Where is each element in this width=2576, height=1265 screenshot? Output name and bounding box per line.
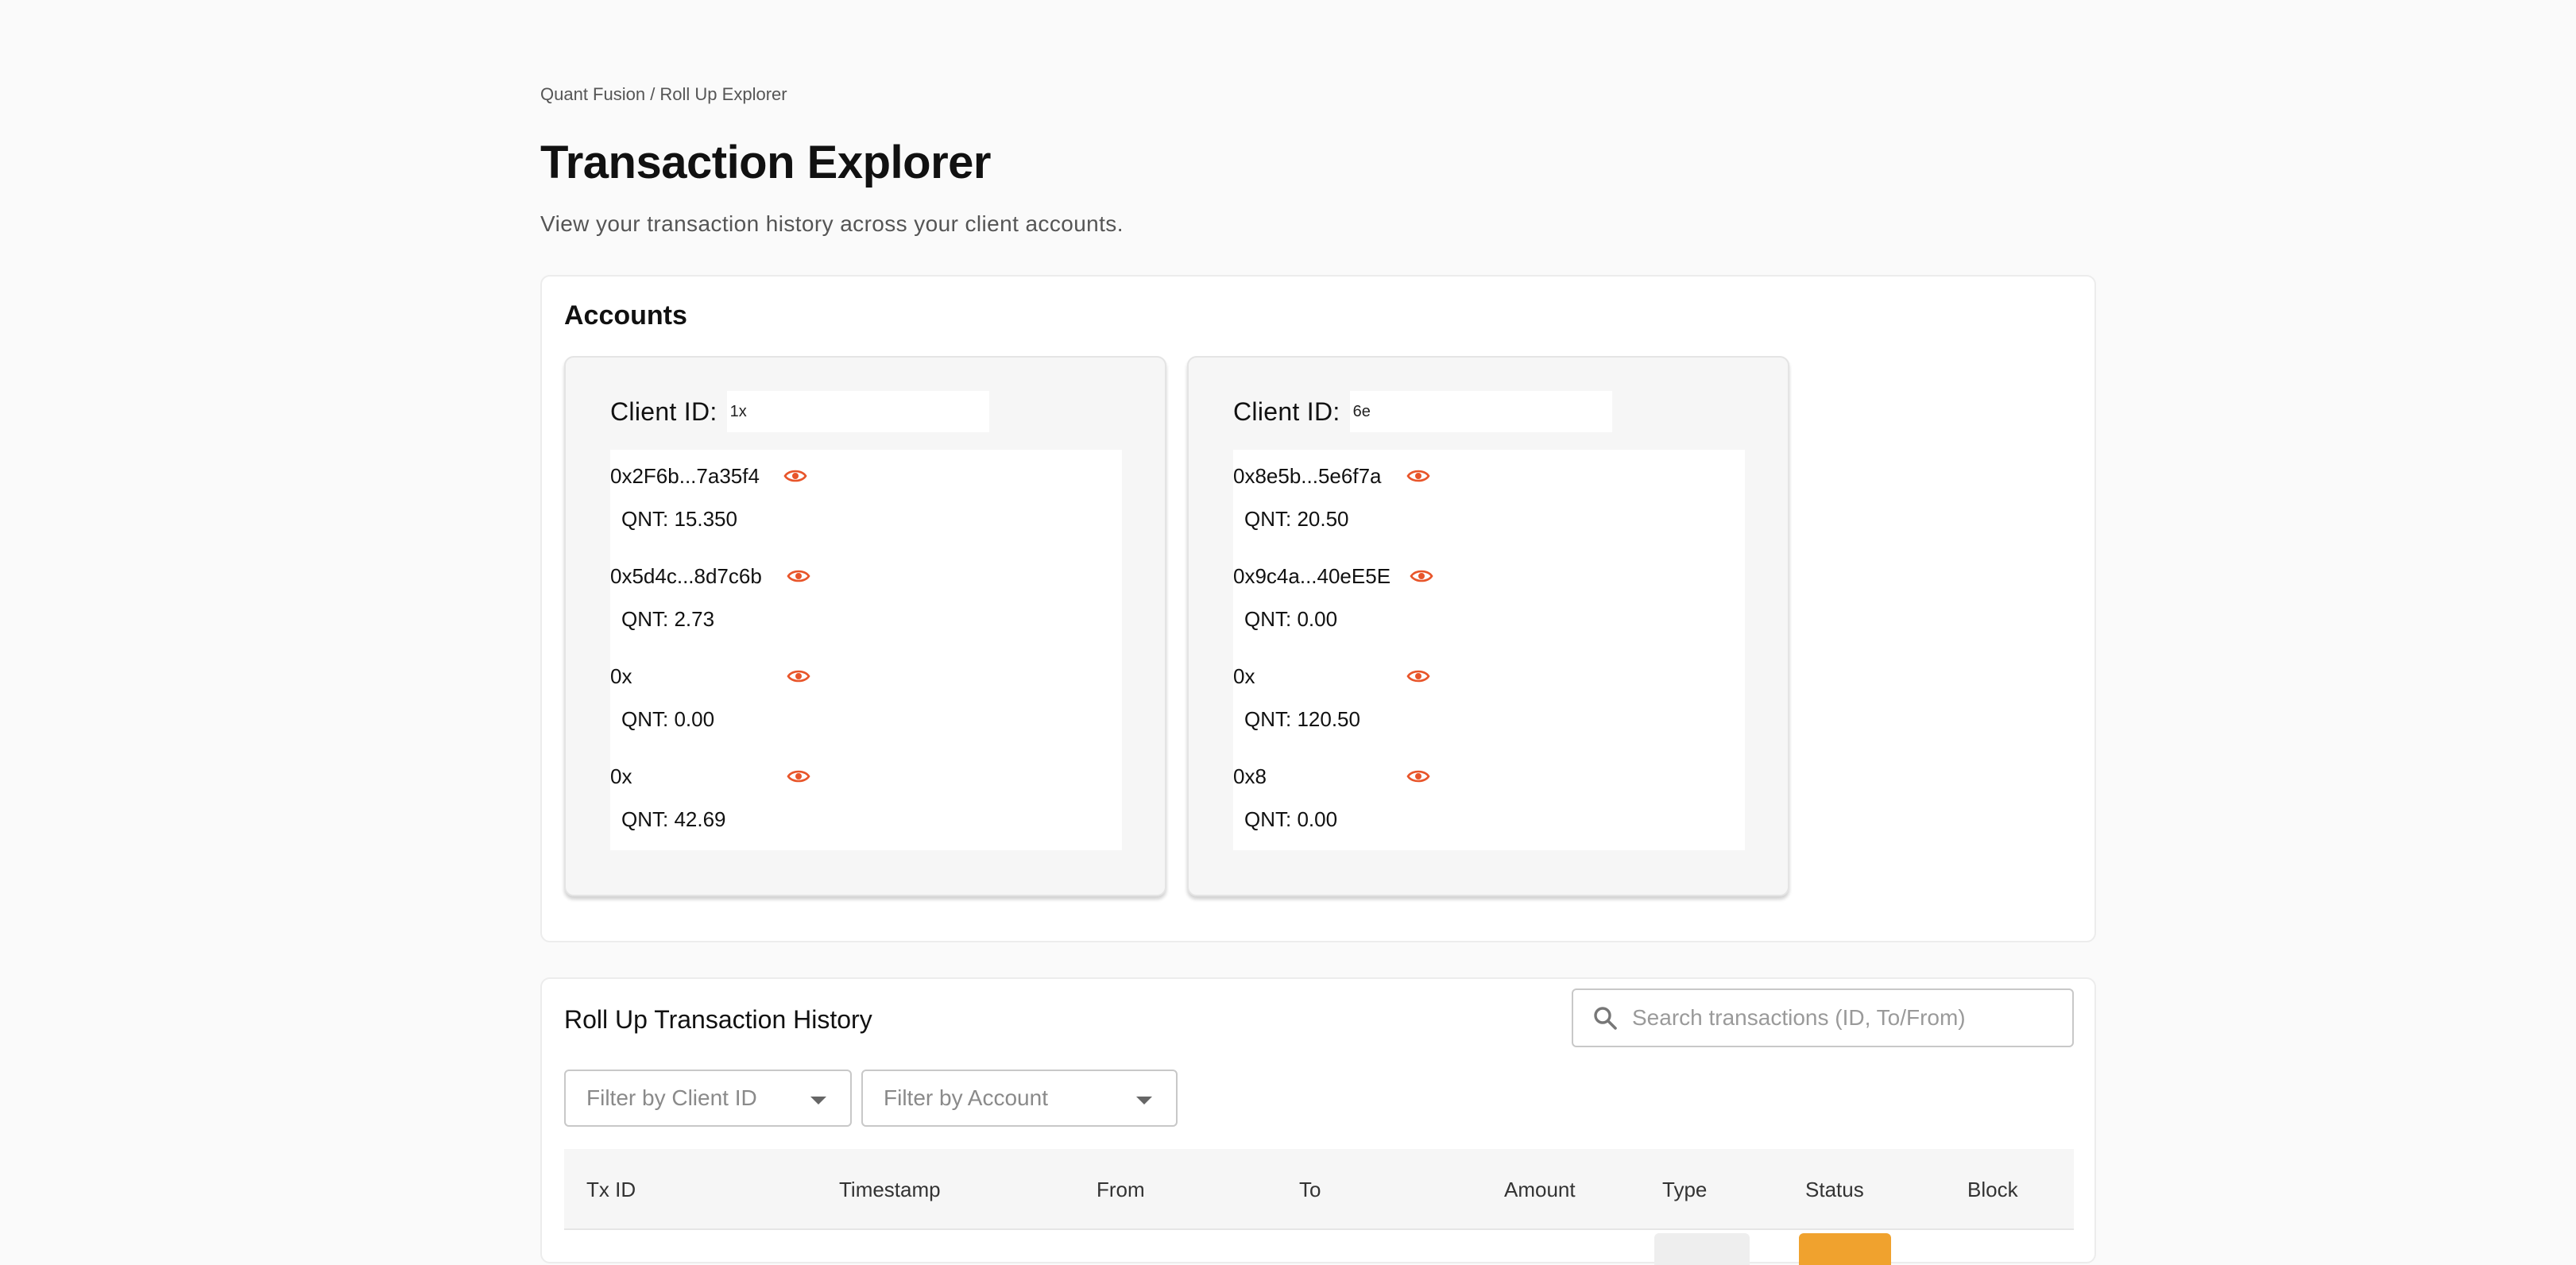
account-item: 0x9c4a...40eE5E QNT: 0.00 — [1233, 550, 1745, 650]
client-id-label: Client ID: — [1233, 397, 1340, 426]
filter-account-select[interactable]: Filter by Account — [861, 1070, 1178, 1127]
page-title: Transaction Explorer — [540, 137, 991, 188]
client-id-value: 1x — [726, 391, 989, 432]
eye-icon[interactable] — [787, 564, 810, 588]
filter-client-id-select[interactable]: Filter by Client ID — [564, 1070, 852, 1127]
eye-icon[interactable] — [1406, 464, 1430, 488]
breadcrumb[interactable]: Quant Fusion / Roll Up Explorer — [540, 83, 2096, 106]
account-balance: QNT: 120.50 — [1244, 707, 1360, 731]
search-input[interactable] — [1632, 1005, 2061, 1031]
column-header-amount[interactable]: Amount — [1504, 1149, 1576, 1230]
account-balance: QNT: 20.50 — [1244, 507, 1349, 531]
filter-client-id-label: Filter by Client ID — [586, 1085, 757, 1110]
account-address: 0x2F6b...7a35f4 — [610, 464, 760, 488]
search-box — [1572, 988, 2074, 1047]
account-balance: QNT: 0.00 — [621, 707, 715, 731]
column-header-block[interactable]: Block — [1967, 1149, 2018, 1230]
search-icon — [1594, 1007, 1617, 1030]
account-item: 0x8e5b...5e6f7a QNT: 20.50 — [1233, 450, 1745, 550]
page: Quant Fusion / Roll Up Explorer Transact… — [540, 83, 2096, 1265]
eye-icon[interactable] — [1406, 764, 1430, 788]
table-header: Tx ID Timestamp From To Amount Type Stat… — [564, 1149, 2074, 1230]
client-id-value: 6e — [1349, 391, 1612, 432]
column-header-tx-id[interactable]: Tx ID — [586, 1149, 636, 1230]
eye-icon[interactable] — [1410, 564, 1433, 588]
account-address: 0x8e5b...5e6f7a — [1233, 464, 1382, 488]
account-item: 0x2F6b...7a35f4 QNT: 15.350 — [610, 450, 1122, 550]
account-item: 0x QNT: 0.00 — [610, 650, 1122, 750]
eye-icon[interactable] — [783, 464, 807, 488]
column-header-timestamp[interactable]: Timestamp — [839, 1149, 941, 1230]
eye-icon[interactable] — [1406, 664, 1430, 688]
account-item: 0x QNT: 120.50 — [1233, 650, 1745, 750]
eye-icon[interactable] — [787, 664, 810, 688]
account-item: 0x8 QNT: 0.00 — [1233, 750, 1745, 850]
account-address: 0x — [1233, 664, 1255, 688]
accounts-title: Accounts — [564, 300, 687, 331]
account-address: 0x — [610, 664, 632, 688]
column-header-to[interactable]: To — [1299, 1149, 1321, 1230]
client-id-label: Client ID: — [610, 397, 717, 426]
client-card: Client ID: 6e 0x8e5b...5e6f7a QNT: 20.50… — [1187, 356, 1789, 896]
account-address: 0x8 — [1233, 764, 1267, 788]
account-address: 0x9c4a...40eE5E — [1233, 564, 1391, 588]
accounts-panel: Accounts Client ID: 1x 0x2F6b...7a35f4 Q… — [540, 275, 2096, 942]
transaction-history-panel: Roll Up Transaction History Filter by Cl… — [540, 977, 2096, 1265]
type-chip — [1654, 1233, 1750, 1265]
column-header-status[interactable]: Status — [1805, 1149, 1864, 1230]
eye-icon[interactable] — [787, 764, 810, 788]
client-card: Client ID: 1x 0x2F6b...7a35f4 QNT: 15.35… — [564, 356, 1166, 896]
account-balance: QNT: 15.350 — [621, 507, 737, 531]
account-balance: QNT: 2.73 — [621, 607, 715, 631]
chevron-down-icon — [810, 1097, 826, 1104]
status-badge — [1799, 1233, 1891, 1265]
account-item: 0x5d4c...8d7c6b QNT: 2.73 — [610, 550, 1122, 650]
history-title: Roll Up Transaction History — [564, 1005, 872, 1034]
account-balance: QNT: 0.00 — [1244, 607, 1338, 631]
account-list: 0x2F6b...7a35f4 QNT: 15.350 0x5d4c...8d7… — [610, 450, 1122, 850]
column-header-type[interactable]: Type — [1662, 1149, 1707, 1230]
filter-account-label: Filter by Account — [884, 1085, 1048, 1110]
account-item: 0x QNT: 42.69 — [610, 750, 1122, 850]
chevron-down-icon — [1136, 1097, 1152, 1104]
page-subtitle: View your transaction history across you… — [540, 211, 1124, 236]
account-balance: QNT: 42.69 — [621, 807, 726, 831]
client-header: Client ID: 1x — [610, 391, 989, 432]
account-list: 0x8e5b...5e6f7a QNT: 20.50 0x9c4a...40eE… — [1233, 450, 1745, 850]
account-balance: QNT: 0.00 — [1244, 807, 1338, 831]
account-address: 0x5d4c...8d7c6b — [610, 564, 762, 588]
client-header: Client ID: 6e — [1233, 391, 1612, 432]
account-address: 0x — [610, 764, 632, 788]
column-header-from[interactable]: From — [1097, 1149, 1145, 1230]
